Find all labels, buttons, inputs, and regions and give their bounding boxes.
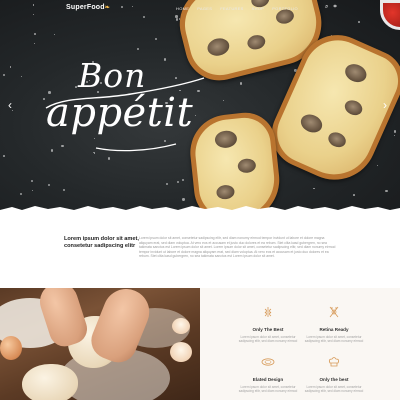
salt-speck — [31, 189, 34, 192]
salt-speck — [181, 178, 184, 181]
dish-icon — [261, 358, 275, 366]
feature-text: Lorem ipsum dolor sit amet, consetetur s… — [238, 385, 298, 394]
salt-speck — [394, 135, 396, 137]
features-grid: Only The Best Lorem ipsum dolor sit amet… — [200, 288, 400, 400]
salt-speck — [313, 187, 316, 190]
nav-item-shop[interactable]: Shop — [252, 6, 265, 11]
cart-icon[interactable]: ⌗ — [333, 4, 336, 11]
salt-speck — [47, 184, 50, 187]
hero-slider: SuperFood❧ Home Pages Features Shop Port… — [0, 0, 400, 210]
salt-speck — [2, 73, 5, 76]
nav-item-features[interactable]: Features — [220, 6, 243, 11]
nav-item-portfolio[interactable]: Portfolio — [272, 6, 298, 11]
salt-speck — [9, 66, 12, 68]
feature-title: Retina Ready — [319, 327, 349, 332]
main-menu: Home Pages Features Shop Portfolio — [176, 6, 298, 11]
search-icon[interactable]: ⌕ — [325, 4, 328, 11]
feature-text: Lorem ipsum dolor sit amet, consetetur s… — [304, 335, 364, 344]
feature-only-the-best: Only The Best Lorem ipsum dolor sit amet… — [233, 306, 303, 343]
salt-speck — [358, 21, 360, 24]
salt-speck — [3, 155, 6, 157]
salt-speck — [33, 33, 36, 36]
leaf-icon: ❧ — [104, 5, 110, 11]
hero-line-2: appétit — [46, 90, 194, 136]
feature-title: Only The Best — [252, 327, 284, 332]
salt-speck — [137, 47, 140, 50]
salt-speck — [154, 37, 157, 40]
salt-speck — [34, 43, 36, 45]
brand-name: SuperFood — [66, 4, 105, 11]
salt-speck — [393, 130, 397, 133]
feature-text: Lorem ipsum dolor sit amet, consetetur s… — [238, 335, 298, 344]
nav-item-pages[interactable]: Pages — [197, 6, 212, 11]
feature-retina-ready: Retina Ready Lorem ipsum dolor sit amet,… — [299, 306, 369, 343]
intro-section: Lorem ipsum dolor sit amet, consetetur s… — [0, 210, 400, 288]
nav-item-home[interactable]: Home — [176, 6, 189, 11]
wheat-icon — [264, 307, 272, 317]
brand-logo[interactable]: SuperFood❧ — [66, 4, 110, 11]
salt-speck — [20, 75, 23, 78]
feature-text: Lorem ipsum dolor sit amet, consetetur s… — [304, 385, 364, 394]
feature-elated-design: Elated Design Lorem ipsum dolor sit amet… — [233, 356, 303, 393]
salt-speck — [385, 190, 388, 193]
salt-speck — [19, 192, 23, 196]
slider-next-arrow-icon[interactable]: › — [383, 98, 387, 112]
salt-speck — [63, 188, 66, 191]
salt-speck — [352, 194, 355, 196]
salt-speck — [175, 18, 179, 21]
salt-speck — [376, 164, 379, 167]
hero-heading: Bon appétit — [36, 56, 206, 156]
top-navigation: SuperFood❧ Home Pages Features Shop Port… — [0, 0, 400, 18]
salt-speck — [223, 99, 225, 102]
feature-title: Elated Design — [252, 377, 284, 382]
feature-only-the-best-2: Only the best Lorem ipsum dolor sit amet… — [299, 356, 369, 393]
salt-speck — [239, 82, 243, 85]
intro-paragraph: Lorem ipsum dolor sit amet, consetetur s… — [139, 236, 336, 259]
chef-hat-icon — [328, 357, 340, 367]
slider-prev-arrow-icon[interactable]: ‹ — [8, 98, 12, 112]
salt-speck — [166, 183, 168, 186]
feature-title: Only the best — [319, 377, 349, 382]
salt-speck — [176, 180, 179, 184]
crossed-utensils-icon — [329, 306, 339, 318]
salt-speck — [107, 157, 110, 160]
intro-heading: Lorem ipsum dolor sit amet, consetetur s… — [64, 236, 139, 249]
salt-speck — [31, 180, 34, 183]
salt-speck — [54, 33, 56, 35]
baking-photo — [0, 288, 200, 400]
nav-icons: ⌕ ⌗ — [325, 4, 337, 11]
